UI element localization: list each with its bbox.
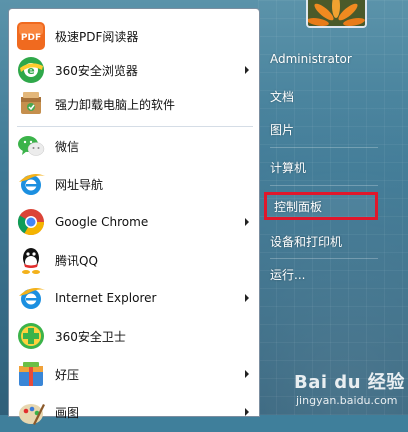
user-avatar[interactable] xyxy=(306,0,367,28)
program-item-pdf-reader[interactable]: PDF 极速PDF阅读器 xyxy=(15,19,257,53)
right-menu-separator xyxy=(270,185,378,186)
program-item-360-browser[interactable]: e 360安全浏览器 xyxy=(15,53,257,87)
program-list-separator xyxy=(17,126,253,127)
menu-item-devices-printers[interactable]: 设备和打印机 xyxy=(270,229,380,253)
program-label: Internet Explorer xyxy=(55,291,157,305)
svg-text:PDF: PDF xyxy=(21,33,41,43)
program-label: Google Chrome xyxy=(55,215,149,229)
program-list-panel: PDF 极速PDF阅读器 e 360安全浏览器 强力卸载电脑上的软件 微信 网址… xyxy=(8,8,260,425)
menu-item-computer[interactable]: 计算机 xyxy=(270,155,380,179)
wechat-icon xyxy=(15,130,47,162)
program-label: 极速PDF阅读器 xyxy=(55,29,139,44)
program-item-360-safe[interactable]: 360安全卫士 xyxy=(15,319,257,353)
program-item-uninstaller[interactable]: 强力卸载电脑上的软件 xyxy=(15,87,257,121)
pdf-reader-icon: PDF xyxy=(15,20,47,52)
program-item-google-chrome[interactable]: Google Chrome xyxy=(15,205,257,239)
ie-icon xyxy=(15,282,47,314)
submenu-arrow-icon[interactable] xyxy=(245,66,249,74)
program-item-haozip[interactable]: 好压 xyxy=(15,357,257,391)
haozip-icon xyxy=(15,358,47,390)
menu-item-run[interactable]: 运行... xyxy=(270,262,380,286)
watermark-url: jingyan.baidu.com xyxy=(296,394,398,407)
program-item-internet-explorer[interactable]: Internet Explorer xyxy=(15,281,257,315)
program-label: 画图 xyxy=(55,405,80,420)
program-label: 网址导航 xyxy=(55,177,104,192)
uninstaller-icon xyxy=(15,88,47,120)
program-item-url-nav[interactable]: 网址导航 xyxy=(15,167,257,201)
right-menu-separator xyxy=(270,258,378,259)
program-item-qq[interactable]: 腾讯QQ xyxy=(15,243,257,277)
ie-nav-icon xyxy=(15,168,47,200)
submenu-arrow-icon[interactable] xyxy=(245,294,249,302)
program-label: 好压 xyxy=(55,367,80,382)
360-safe-icon xyxy=(15,320,47,352)
baidu-jingyan-watermark: Bai du 经验 jingyan.baidu.com xyxy=(292,366,408,415)
watermark-logo-text: Bai du 经验 xyxy=(294,372,405,393)
chrome-icon xyxy=(15,206,47,238)
menu-item-control-panel[interactable]: 控制面板 xyxy=(274,194,384,218)
program-label: 腾讯QQ xyxy=(55,253,98,268)
program-item-paint[interactable]: 画图 xyxy=(15,395,257,429)
menu-item-documents[interactable]: 文档 xyxy=(270,84,380,108)
360-browser-icon: e xyxy=(15,54,47,86)
paint-icon xyxy=(15,396,47,428)
program-label: 强力卸载电脑上的软件 xyxy=(55,97,176,112)
submenu-arrow-icon[interactable] xyxy=(245,218,249,226)
menu-item-pictures[interactable]: 图片 xyxy=(270,117,380,141)
program-label: 360安全卫士 xyxy=(55,329,126,344)
qq-icon xyxy=(15,244,47,276)
program-label: 360安全浏览器 xyxy=(55,63,138,78)
svg-text:e: e xyxy=(27,64,34,77)
program-item-wechat[interactable]: 微信 xyxy=(15,129,257,163)
user-name-link[interactable]: Administrator xyxy=(270,47,380,71)
submenu-arrow-icon[interactable] xyxy=(245,370,249,378)
program-label: 微信 xyxy=(55,139,80,154)
right-menu-separator xyxy=(270,147,378,148)
